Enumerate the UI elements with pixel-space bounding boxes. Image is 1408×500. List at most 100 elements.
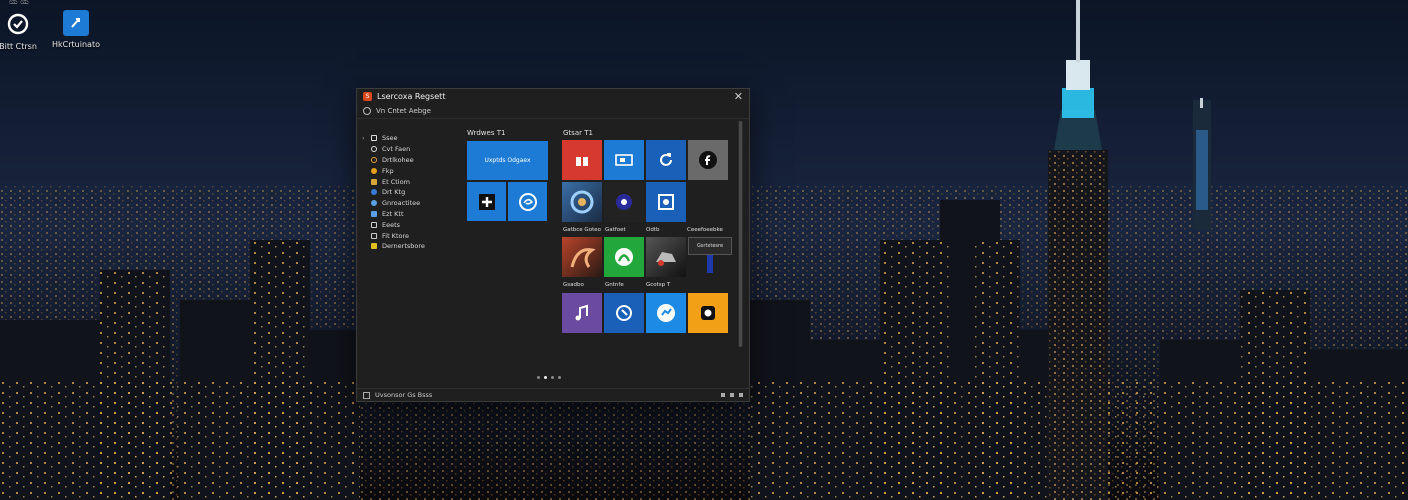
- tile-media[interactable]: [604, 182, 644, 222]
- tile-music[interactable]: [562, 293, 602, 333]
- sidebar-item[interactable]: Fkp: [361, 165, 451, 176]
- sidebar-item-label: Ssee: [382, 134, 398, 143]
- window-subbar[interactable]: Vn Cntet Aebge: [357, 104, 749, 119]
- tile-messenger[interactable]: [646, 293, 686, 333]
- globe-icon: [371, 189, 377, 196]
- sidebar-item-label: Et Ctiom: [382, 177, 410, 186]
- sidebar-item[interactable]: Gnroactitee: [361, 198, 451, 209]
- status-dot-icon[interactable]: [730, 393, 734, 397]
- window-titlebar[interactable]: S Lsercoxa Regsett ✕: [357, 89, 749, 104]
- sidebar-item-label: Cvt Faen: [382, 145, 411, 154]
- group-label: Gcotsp T: [646, 282, 671, 288]
- gift-icon: [576, 154, 588, 166]
- tile-store[interactable]: [562, 140, 602, 180]
- sidebar-item[interactable]: Fit Ktore: [361, 230, 451, 241]
- sidebar-item[interactable]: Eeets: [361, 219, 451, 230]
- square-icon: [371, 135, 377, 142]
- wide-tile-label: Uxptds Odgaex: [484, 157, 531, 164]
- sidebar-item-label: Drtlkohee: [382, 155, 414, 164]
- disc-icon: [616, 194, 632, 210]
- close-icon[interactable]: ✕: [734, 90, 743, 103]
- tile-photo-swirl[interactable]: [562, 182, 602, 222]
- sidebar-item-label: Ezt Ktt: [382, 209, 404, 218]
- checkbox-icon[interactable]: [363, 391, 370, 399]
- sidebar-item[interactable]: Cvt Faen: [361, 144, 451, 155]
- pen-icon: [371, 232, 377, 239]
- wide-tile[interactable]: Uxptds Odgaex: [467, 141, 548, 180]
- page-indicator[interactable]: [537, 376, 561, 379]
- cloud-icon: [371, 200, 377, 207]
- start-window: S Lsercoxa Regsett ✕ Vn Cntet Aebge › Sse…: [356, 88, 750, 402]
- square-icon: [371, 221, 377, 228]
- tile-camera[interactable]: [646, 182, 686, 222]
- sidebar-item-label: Fkp: [382, 166, 394, 175]
- page-dot-active[interactable]: [544, 376, 547, 379]
- circle-icon: [371, 146, 377, 153]
- statusbar-label: Uvsonsor Gs Bsss: [375, 391, 433, 399]
- small-button-label: Gsrtxtesre: [696, 243, 724, 249]
- group-label: Gtsar T1: [563, 129, 593, 137]
- sync-icon: [616, 305, 632, 321]
- page-dot[interactable]: [537, 376, 540, 379]
- tile-flipboard[interactable]: [688, 140, 728, 180]
- edge-icon: [518, 192, 537, 211]
- status-dot-icon[interactable]: [721, 393, 725, 397]
- sidebar-item[interactable]: Et Ctiom: [361, 176, 451, 187]
- sidebar-item-label: Gnroactitee: [382, 199, 421, 208]
- group-label: Odtb: [646, 227, 660, 233]
- tile-photo-car[interactable]: [646, 237, 686, 277]
- desktop-top-hint: ಯ ಯ: [9, 0, 29, 6]
- tile-orange-app[interactable]: [688, 293, 728, 333]
- bulb-icon: [371, 167, 377, 174]
- status-dot-icon[interactable]: [739, 393, 743, 397]
- sidebar: › Ssee Cvt Faen Drtlkohee Fkp Et Ctiom Dr…: [361, 133, 451, 252]
- tile-mail[interactable]: [604, 140, 644, 180]
- app-badge-icon: S: [363, 92, 372, 101]
- art-icon: [570, 248, 596, 268]
- sidebar-item[interactable]: Drtlkohee: [361, 155, 451, 166]
- sidebar-item-label: Eeets: [382, 220, 401, 229]
- camera-icon: [658, 194, 674, 210]
- small-button[interactable]: Gsrtxtesre: [688, 237, 732, 255]
- circle-icon: [371, 156, 377, 163]
- radio-icon: [363, 107, 371, 115]
- xbox-icon: [615, 248, 633, 266]
- tile-refresh[interactable]: [646, 140, 686, 180]
- accent-bar: [707, 255, 713, 273]
- sidebar-item-label: Fit Ktore: [382, 231, 410, 240]
- tile-sync[interactable]: [604, 293, 644, 333]
- page-dot[interactable]: [558, 376, 561, 379]
- sidebar-item[interactable]: Dernertsbore: [361, 241, 451, 252]
- sidebar-item[interactable]: Ezt Ktt: [361, 209, 451, 220]
- window-subtitle: Vn Cntet Aebge: [376, 107, 431, 115]
- tile-xbox[interactable]: [604, 237, 644, 277]
- camera-lens-icon: [701, 306, 715, 320]
- tile-edge[interactable]: [508, 182, 547, 221]
- scrollbar-thumb[interactable]: [739, 121, 742, 347]
- desktop-icon-label: Bitt Ctrsn: [0, 42, 37, 51]
- sidebar-item[interactable]: › Ssee: [361, 133, 451, 144]
- group-label: Gsadbo: [563, 282, 584, 288]
- app-icon: [63, 10, 89, 36]
- desktop-icon-app[interactable]: HkCrtuinato: [46, 10, 106, 49]
- sidebar-item-label: Dernertsbore: [382, 242, 425, 251]
- chevron-right-icon: ›: [362, 134, 365, 142]
- sync-icon: [4, 10, 32, 38]
- plus-icon: [478, 193, 495, 210]
- window-statusbar: Uvsonsor Gs Bsss: [357, 388, 749, 401]
- mail-icon: [615, 154, 633, 166]
- f-icon: [699, 151, 717, 169]
- folder-icon: [371, 178, 377, 185]
- sidebar-item-label: Drt Ktg: [382, 188, 406, 197]
- tile-plus[interactable]: [467, 182, 506, 221]
- page-dot[interactable]: [551, 376, 554, 379]
- scrollbar[interactable]: [738, 121, 743, 347]
- photo-icon: [570, 190, 594, 214]
- desktop-icon-sync[interactable]: Bitt Ctrsn: [0, 10, 48, 51]
- group-label: Ceeefoeebke: [687, 227, 723, 233]
- group-label: Gatbce Goteo: [563, 227, 601, 233]
- image-icon: [371, 210, 377, 217]
- group-label: Gntnfe: [605, 282, 624, 288]
- sidebar-item[interactable]: Drt Ktg: [361, 187, 451, 198]
- tile-art[interactable]: [562, 237, 602, 277]
